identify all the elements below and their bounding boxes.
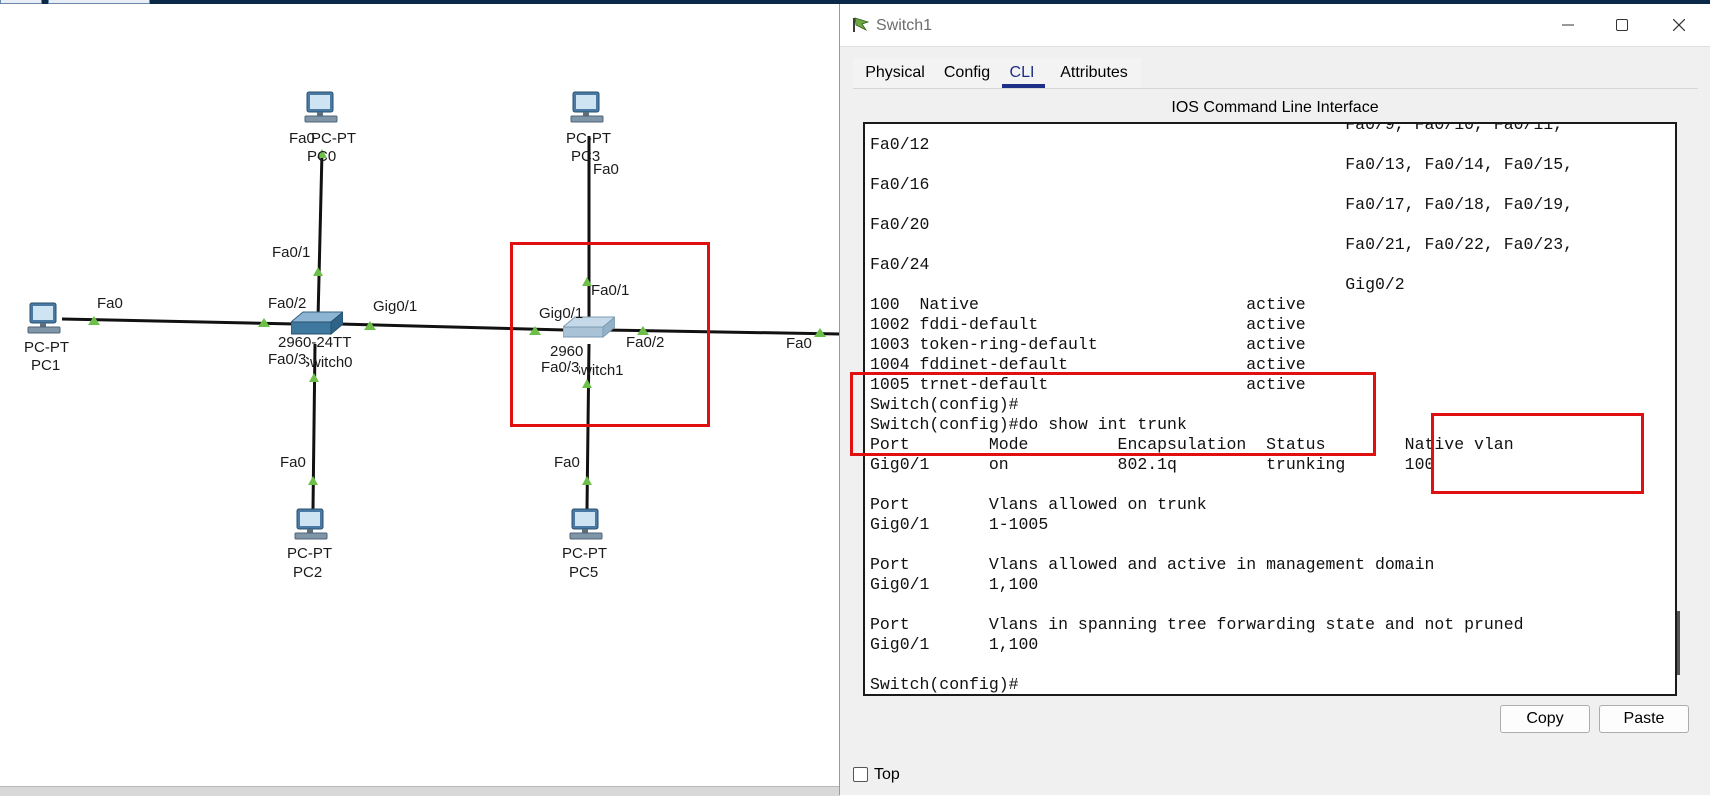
- terminal-line: 100 Native active: [870, 295, 1306, 314]
- tab-physical[interactable]: Physical: [853, 58, 937, 88]
- tab-divider: [853, 88, 1698, 89]
- terminal-line: Fa0/9, Fa0/10, Fa0/11,: [870, 122, 1564, 134]
- terminal-line: 1002 fddi-default active: [870, 315, 1306, 334]
- top-checkbox-label: Top: [874, 766, 900, 783]
- tab-attributes[interactable]: Attributes: [1047, 58, 1141, 88]
- packet-tracer-app-icon: [853, 17, 870, 32]
- right-fa0-label: Fa0: [786, 335, 812, 352]
- pc2-name-label: PC2: [293, 564, 323, 581]
- maximize-icon: [1616, 19, 1628, 31]
- tab-cli-label: CLI: [1009, 64, 1035, 81]
- terminal-line: Gig0/1 1,100: [870, 575, 1039, 594]
- cli-header: IOS Command Line Interface: [1171, 99, 1379, 116]
- pc1-computer-icon[interactable]: [24, 301, 64, 337]
- tab-cli[interactable]: CLI: [997, 58, 1047, 88]
- minimize-button[interactable]: [1545, 10, 1591, 40]
- switch1-window: Switch1 Physical Config CLI Attributes I…: [839, 4, 1710, 795]
- pc2-type-label: PC-PT: [287, 545, 332, 562]
- link-pc0-switch0: [316, 151, 324, 320]
- link-arrow-sw0-fa03: [309, 373, 319, 382]
- close-icon: [1673, 19, 1685, 31]
- window-title: Switch1: [876, 17, 933, 34]
- pc5-name-label: PC5: [569, 564, 599, 581]
- terminal-line: Gig0/1 1-1005: [870, 515, 1049, 534]
- sw0-fa0-2-label: Fa0/2: [268, 295, 307, 312]
- terminal-line: Fa0/12: [870, 135, 930, 154]
- terminal-line: Fa0/17, Fa0/18, Fa0/19,: [870, 195, 1574, 214]
- pc5-computer-icon[interactable]: [566, 507, 606, 543]
- trunk-output-highlight-box: [850, 372, 1376, 456]
- pc1-name-label: PC1: [31, 357, 61, 374]
- maximize-button[interactable]: [1599, 10, 1645, 40]
- link-layer: [61, 136, 840, 510]
- terminal-line: Fa0/24: [870, 255, 930, 274]
- sw0-gig0-1-label: Gig0/1: [373, 298, 418, 315]
- native-vlan-highlight-box: [1431, 413, 1644, 494]
- pc1-fa0-label: Fa0: [97, 295, 123, 312]
- pc3-fa0-label: Fa0: [593, 161, 619, 178]
- switch1-highlight-box: [510, 242, 710, 427]
- switch0-name-label: Switch0: [300, 354, 353, 371]
- pc2-computer-icon[interactable]: [291, 507, 331, 543]
- close-button[interactable]: [1656, 10, 1702, 40]
- title-bar[interactable]: Switch1: [840, 4, 1710, 47]
- link-arrow-pc2: [308, 476, 318, 485]
- terminal-line: Port Vlans in spanning tree forwarding s…: [870, 615, 1524, 634]
- topology-canvas[interactable]: Fa0 PC-PT PC0 Fa0/1 Fa0 PC-PT PC1 Fa0/2 …: [0, 4, 840, 790]
- terminal-scrollbar-thumb[interactable]: [1677, 611, 1680, 675]
- top-checkbox[interactable]: [853, 767, 868, 782]
- pc3-computer-icon[interactable]: [567, 90, 607, 126]
- sw0-fa0-3-label: Fa0/3: [268, 351, 307, 368]
- terminal-line: Fa0/21, Fa0/22, Fa0/23,: [870, 235, 1574, 254]
- sw0-fa0-1-label: Fa0/1: [272, 244, 311, 261]
- terminal-line: Fa0/13, Fa0/14, Fa0/15,: [870, 155, 1574, 174]
- terminal-line: Port Vlans allowed on trunk: [870, 495, 1207, 514]
- pc0-computer-icon[interactable]: [301, 90, 341, 126]
- terminal-line: Switch(config)#: [870, 675, 1019, 694]
- pc2-fa0-label: Fa0: [280, 454, 306, 471]
- pc5-fa0-label: Fa0: [554, 454, 580, 471]
- pc1-type-label: PC-PT: [24, 339, 69, 356]
- paste-button[interactable]: Paste: [1599, 705, 1689, 733]
- switch0-model-label: 2960-24TT: [278, 334, 352, 351]
- pc0-name-label: PC0: [307, 148, 337, 165]
- pc5-type-label: PC-PT: [562, 545, 607, 562]
- terminal-line: Fa0/20: [870, 215, 930, 234]
- terminal-line: Gig0/1 1,100: [870, 635, 1039, 654]
- link-arrow-sw0-fa01: [313, 267, 323, 276]
- minimize-icon: [1562, 24, 1574, 26]
- terminal-line: Gig0/2: [870, 275, 1405, 294]
- copy-button[interactable]: Copy: [1500, 705, 1590, 733]
- link-arrow-pc5: [582, 476, 592, 485]
- terminal-line: Fa0/16: [870, 175, 930, 194]
- pc3-type-label: PC-PT: [566, 130, 611, 147]
- terminal-line: Port Vlans allowed and active in managem…: [870, 555, 1435, 574]
- terminal-line: 1003 token-ring-default active: [870, 335, 1306, 354]
- tab-config[interactable]: Config: [937, 58, 997, 88]
- pc0-type-label: PC-PT: [311, 130, 356, 147]
